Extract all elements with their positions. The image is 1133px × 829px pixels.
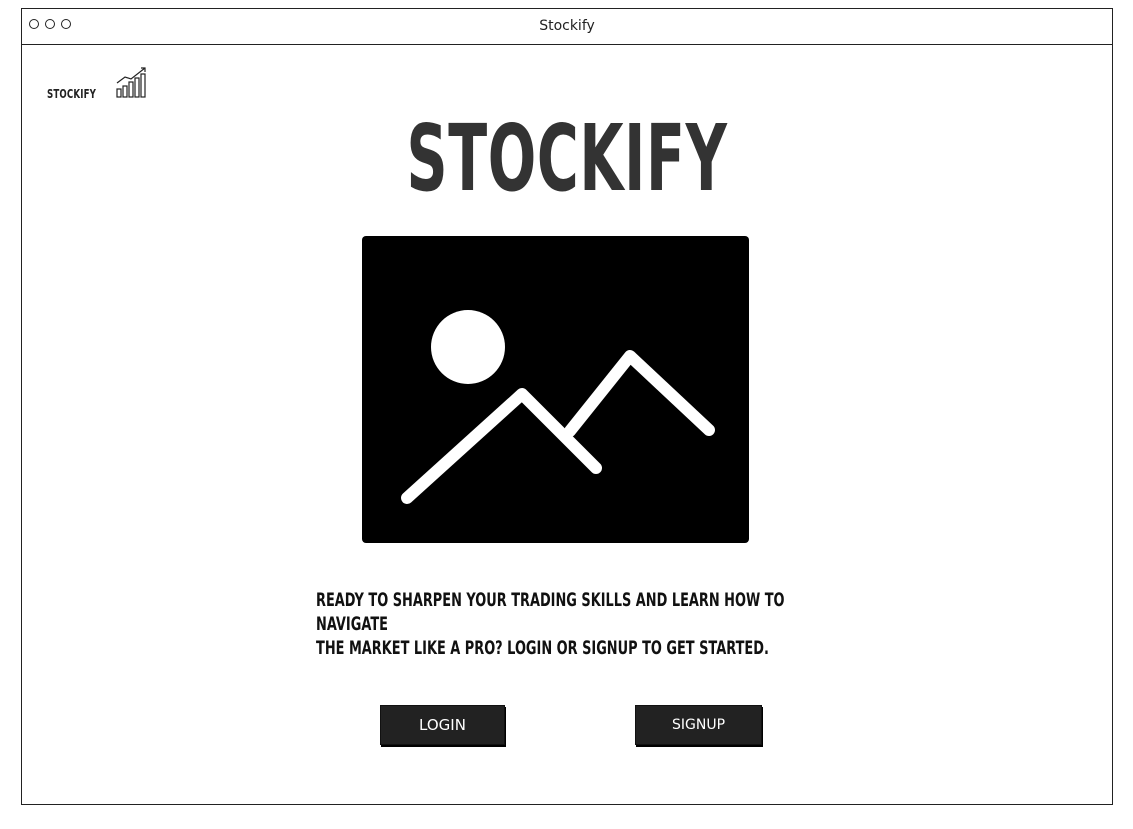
title-bar: Stockify xyxy=(22,9,1112,45)
tagline: READY TO SHARPEN YOUR TRADING SKILLS AND… xyxy=(316,588,819,660)
tagline-line-1: READY TO SHARPEN YOUR TRADING SKILLS AND… xyxy=(316,589,785,635)
window-title: Stockify xyxy=(539,18,595,34)
tagline-line-2: THE MARKET LIKE A PRO? LOGIN OR SIGNUP T… xyxy=(316,637,769,659)
hero-title: STOCKIFY xyxy=(406,105,728,212)
image-placeholder-icon xyxy=(362,236,749,543)
bar-chart-trend-icon xyxy=(115,67,149,103)
login-button[interactable]: LOGIN xyxy=(380,705,505,745)
signup-button[interactable]: SIGNUP xyxy=(635,705,762,745)
brand-name: STOCKIFY xyxy=(47,87,97,101)
brand-logo[interactable]: STOCKIFY xyxy=(47,67,149,103)
app-window: Stockify STOCKIFY STOCKIFY READY TO SHAR… xyxy=(21,8,1113,805)
